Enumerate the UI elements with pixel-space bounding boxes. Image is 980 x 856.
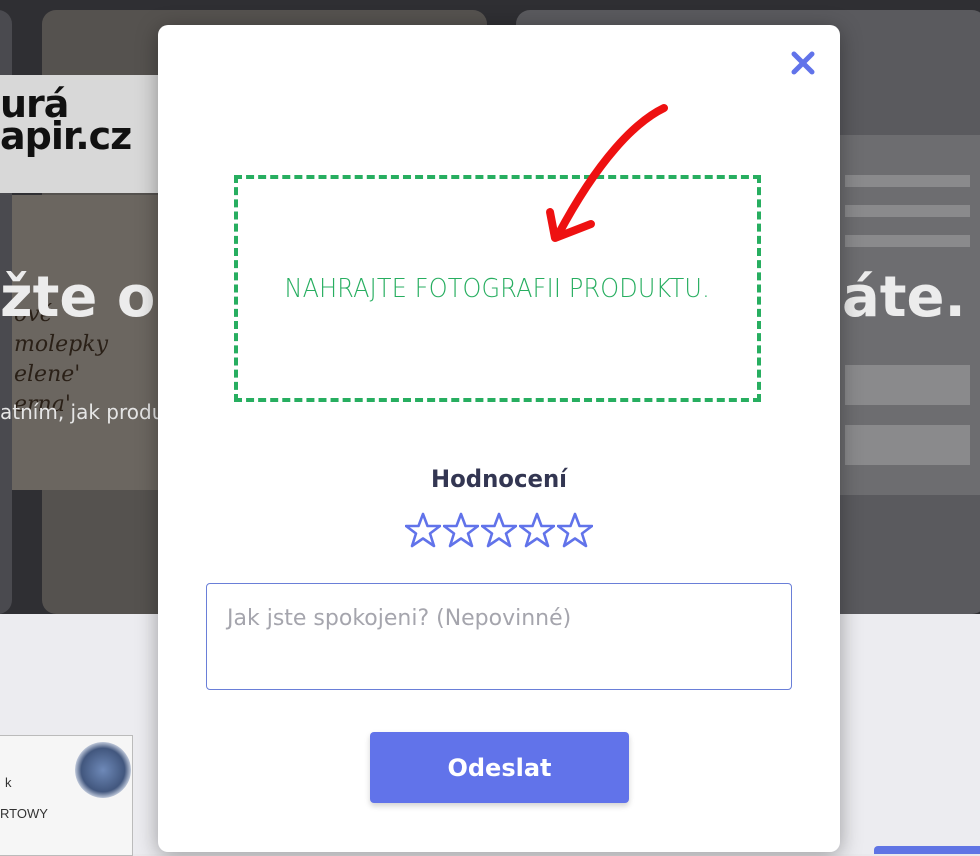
star-rating bbox=[158, 512, 840, 550]
close-icon bbox=[791, 51, 815, 75]
star-icon[interactable] bbox=[481, 512, 517, 550]
background-logo: urá apir.cz bbox=[0, 82, 132, 158]
star-icon[interactable] bbox=[519, 512, 555, 550]
star-icon[interactable] bbox=[405, 512, 441, 550]
close-button[interactable] bbox=[788, 48, 818, 78]
background-headline-right: áte. bbox=[842, 265, 966, 330]
background-thumbnail-letter: k bbox=[5, 775, 12, 790]
background-thumbnail-text: RTOWY bbox=[0, 806, 48, 821]
comment-field[interactable] bbox=[206, 583, 792, 690]
background-button bbox=[874, 846, 980, 854]
rating-title: Hodnocení bbox=[431, 465, 567, 493]
star-icon[interactable] bbox=[443, 512, 479, 550]
photo-upload-dropzone[interactable]: NAHRAJTE FOTOGRAFII PRODUKTU. bbox=[234, 175, 761, 402]
background-subline: atním, jak produ bbox=[0, 400, 165, 424]
upload-label: NAHRAJTE FOTOGRAFII PRODUKTU. bbox=[284, 273, 711, 304]
review-modal: NAHRAJTE FOTOGRAFII PRODUKTU. Hodnocení … bbox=[158, 25, 840, 852]
submit-button[interactable]: Odeslat bbox=[370, 732, 629, 803]
star-icon[interactable] bbox=[557, 512, 593, 550]
background-thumbnail-image bbox=[75, 742, 131, 798]
